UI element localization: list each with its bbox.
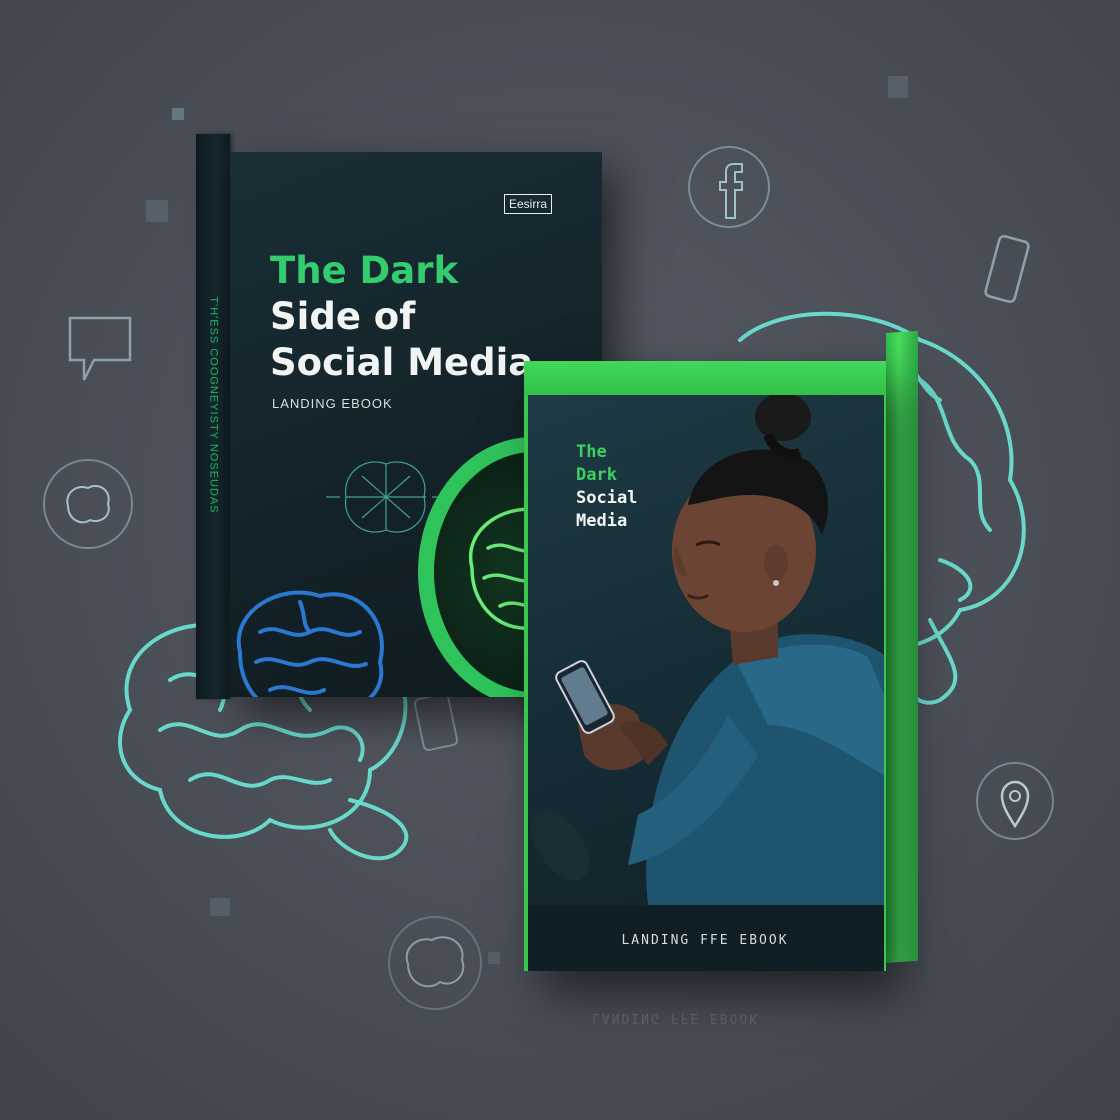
book-side xyxy=(886,330,918,963)
location-pin-icon xyxy=(976,762,1054,840)
blue-brain-illustration xyxy=(236,590,384,697)
smartphone-icon xyxy=(984,235,1030,303)
brain-outline-icon xyxy=(388,916,482,1010)
chat-bubble-icon xyxy=(68,316,132,381)
book-cover: The Dark Social Media LANDING FFE EBOOK xyxy=(524,361,886,971)
facebook-icon xyxy=(688,146,770,228)
book-footer-text: LANDING FFE EBOOK xyxy=(621,933,789,948)
book-title-line: Media xyxy=(576,511,628,531)
book-title: The Dark Side of Social Media xyxy=(270,248,533,386)
cover-top-band xyxy=(524,361,886,395)
smartphone-outline-icon xyxy=(413,692,459,752)
reflection-text: LANDING FFE EBOOK xyxy=(592,1010,760,1025)
book-subtitle: LANDING EBOOK xyxy=(272,396,393,411)
book-title: The Dark Social Media xyxy=(576,441,637,533)
ebook-mockup-scene: T'H'ESS COOGNEYISTY NOSEUDAS Eesirra The… xyxy=(0,0,1120,1120)
book-title-line: Dark xyxy=(576,465,617,485)
brain-circle-icon xyxy=(43,459,133,549)
book-title-line: Side of xyxy=(270,295,416,338)
publisher-logo: Eesirra xyxy=(504,194,553,214)
book-title-line: Social xyxy=(576,488,638,508)
book-title-line: The xyxy=(576,442,607,462)
book-title-line: The Dark xyxy=(270,249,459,292)
ebook-front-cover-mockup: The Dark Social Media LANDING FFE EBOOK xyxy=(524,325,924,975)
book-spine: T'H'ESS COOGNEYISTY NOSEUDAS xyxy=(196,134,230,699)
book-title-line: Social Media xyxy=(270,341,534,384)
spine-text: T'H'ESS COOGNEYISTY NOSEUDAS xyxy=(207,296,220,514)
